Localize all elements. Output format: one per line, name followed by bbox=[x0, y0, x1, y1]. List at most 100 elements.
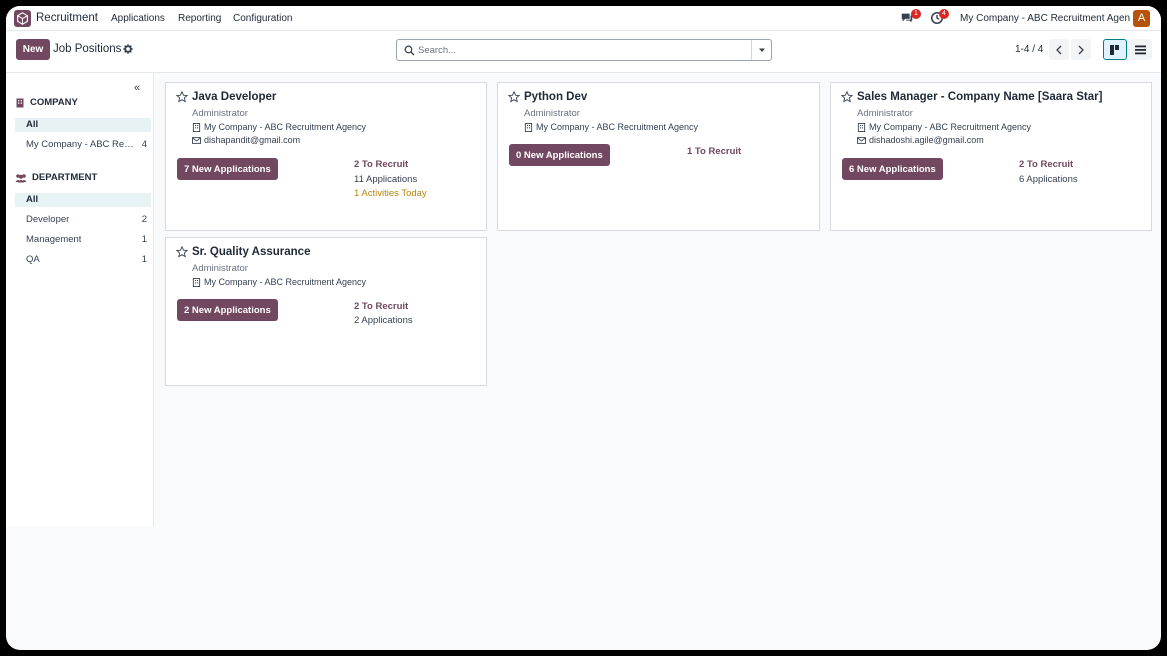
new-applications-button[interactable]: 6 New Applications bbox=[842, 158, 943, 180]
company-line: My Company - ABC Recruitment Agency bbox=[192, 122, 366, 132]
recruiter-name: Administrator bbox=[857, 108, 913, 119]
facet-label: My Company - ABC Recruitment Agency bbox=[26, 139, 134, 150]
users-icon bbox=[15, 173, 27, 182]
company-name: My Company - ABC Recruitment Agency bbox=[869, 122, 1032, 132]
department-facet-management[interactable]: Management 1 bbox=[15, 233, 151, 247]
app-name[interactable]: Recruitment bbox=[36, 12, 98, 24]
department-facet-qa[interactable]: QA 1 bbox=[15, 253, 151, 267]
facet-label: Management bbox=[26, 234, 82, 245]
email-line: dishadoshi.agile@gmail.com bbox=[857, 135, 984, 145]
to-recruit-link[interactable]: 1 To Recruit bbox=[687, 146, 741, 157]
company-section-header: COMPANY bbox=[15, 97, 78, 108]
facet-label: All bbox=[26, 119, 39, 130]
new-button[interactable]: New bbox=[16, 39, 50, 60]
email-address: dishapandit@gmail.com bbox=[204, 135, 301, 145]
recruiter-name: Administrator bbox=[192, 108, 248, 119]
caret-down-icon bbox=[758, 48, 765, 52]
search-icon bbox=[404, 45, 415, 56]
job-title[interactable]: Sales Manager - Company Name [Saara Star… bbox=[857, 91, 1102, 103]
job-title[interactable]: Java Developer bbox=[192, 91, 276, 103]
page-title: Job Positions bbox=[53, 43, 122, 55]
applications-link[interactable]: 11 Applications bbox=[354, 174, 417, 185]
search-input[interactable] bbox=[418, 43, 738, 58]
menu-configuration[interactable]: Configuration bbox=[233, 13, 292, 24]
job-card-sr-quality-assurance[interactable]: Sr. Quality Assurance Administrator My C… bbox=[165, 237, 487, 386]
recruiter-name: Administrator bbox=[524, 108, 580, 119]
facet-label: Developer bbox=[26, 214, 70, 225]
app-cube-icon bbox=[17, 12, 28, 25]
job-card-sales-manager[interactable]: Sales Manager - Company Name [Saara Star… bbox=[830, 82, 1152, 231]
facet-count: 4 bbox=[141, 139, 147, 150]
job-title[interactable]: Sr. Quality Assurance bbox=[192, 246, 310, 258]
email-line: dishapandit@gmail.com bbox=[192, 135, 300, 145]
recruitment-app-icon[interactable] bbox=[14, 10, 31, 27]
building-icon bbox=[857, 122, 866, 132]
building-icon bbox=[524, 122, 533, 132]
to-recruit-link[interactable]: 2 To Recruit bbox=[354, 159, 408, 170]
envelope-icon bbox=[857, 136, 866, 144]
activities-badge: 4 bbox=[939, 9, 949, 19]
company-line: My Company - ABC Recruitment Agency bbox=[857, 122, 1031, 132]
menu-reporting[interactable]: Reporting bbox=[178, 13, 221, 24]
search-options-toggle[interactable] bbox=[751, 40, 771, 60]
company-line: My Company - ABC Recruitment Agency bbox=[524, 122, 698, 132]
kanban-view-button[interactable] bbox=[1103, 39, 1127, 60]
facet-label: All bbox=[26, 194, 39, 205]
department-facet-developer[interactable]: Developer 2 bbox=[15, 213, 151, 227]
department-section-header: DEPARTMENT bbox=[15, 172, 97, 183]
pager-next-button[interactable] bbox=[1071, 39, 1091, 60]
menu-applications[interactable]: Applications bbox=[111, 13, 165, 24]
envelope-icon bbox=[192, 136, 201, 144]
facet-count: 2 bbox=[141, 214, 147, 225]
to-recruit-link[interactable]: 2 To Recruit bbox=[1019, 159, 1073, 170]
building-icon bbox=[192, 122, 201, 132]
pager-value[interactable]: 1-4 / 4 bbox=[1015, 44, 1043, 55]
pager-previous-button[interactable] bbox=[1049, 39, 1069, 60]
top-navbar: Recruitment Applications Reporting Confi… bbox=[6, 6, 1161, 31]
kanban-icon bbox=[1109, 44, 1119, 55]
chevron-left-icon bbox=[1056, 45, 1062, 54]
applications-link[interactable]: 2 Applications bbox=[354, 315, 413, 326]
company-facet-all[interactable]: All bbox=[15, 118, 151, 132]
gear-icon[interactable] bbox=[123, 44, 133, 54]
job-title[interactable]: Python Dev bbox=[524, 91, 587, 103]
company-name: My Company - ABC Recruitment Agency bbox=[204, 277, 367, 287]
facet-count: 1 bbox=[141, 234, 147, 245]
search-box bbox=[396, 39, 772, 61]
star-icon[interactable] bbox=[508, 91, 520, 103]
list-icon bbox=[1134, 45, 1146, 54]
messages-badge: 1 bbox=[911, 9, 921, 19]
facet-label: QA bbox=[26, 254, 40, 265]
new-applications-button[interactable]: 2 New Applications bbox=[177, 299, 278, 321]
app-window: Recruitment Applications Reporting Confi… bbox=[6, 6, 1161, 650]
building-icon bbox=[16, 98, 24, 107]
company-section-label: COMPANY bbox=[30, 97, 78, 108]
star-icon[interactable] bbox=[841, 91, 853, 103]
to-recruit-link[interactable]: 2 To Recruit bbox=[354, 301, 408, 312]
control-panel: New Job Positions 1-4 / 4 bbox=[6, 31, 1161, 73]
star-icon[interactable] bbox=[176, 246, 188, 258]
user-avatar[interactable]: A bbox=[1133, 10, 1150, 27]
new-applications-button[interactable]: 0 New Applications bbox=[509, 144, 610, 166]
collapse-sidebar-button[interactable]: « bbox=[134, 82, 140, 94]
company-switcher[interactable]: My Company - ABC Recruitment Agency bbox=[960, 13, 1130, 24]
star-icon[interactable] bbox=[176, 91, 188, 103]
company-facet-my-company[interactable]: My Company - ABC Recruitment Agency 4 bbox=[15, 138, 151, 152]
list-view-button[interactable] bbox=[1128, 39, 1152, 60]
search-panel-sidebar: « COMPANY All My Company - ABC Recruitme… bbox=[6, 73, 154, 526]
chevron-right-icon bbox=[1078, 45, 1084, 54]
facet-count: 1 bbox=[141, 254, 147, 265]
activities-today-link[interactable]: 1 Activities Today bbox=[354, 188, 427, 199]
recruiter-name: Administrator bbox=[192, 263, 248, 274]
company-line: My Company - ABC Recruitment Agency bbox=[192, 277, 366, 287]
job-card-python-dev[interactable]: Python Dev Administrator My Company - AB… bbox=[497, 82, 820, 231]
building-icon bbox=[192, 277, 201, 287]
email-address: dishadoshi.agile@gmail.com bbox=[869, 135, 984, 145]
applications-link[interactable]: 6 Applications bbox=[1019, 174, 1078, 185]
department-facet-all[interactable]: All bbox=[15, 193, 151, 207]
department-section-label: DEPARTMENT bbox=[32, 172, 98, 183]
company-name: My Company - ABC Recruitment Agency bbox=[204, 122, 367, 132]
company-name: My Company - ABC Recruitment Agency bbox=[536, 122, 699, 132]
job-card-java-developer[interactable]: Java Developer Administrator My Company … bbox=[165, 82, 487, 231]
new-applications-button[interactable]: 7 New Applications bbox=[177, 158, 278, 180]
